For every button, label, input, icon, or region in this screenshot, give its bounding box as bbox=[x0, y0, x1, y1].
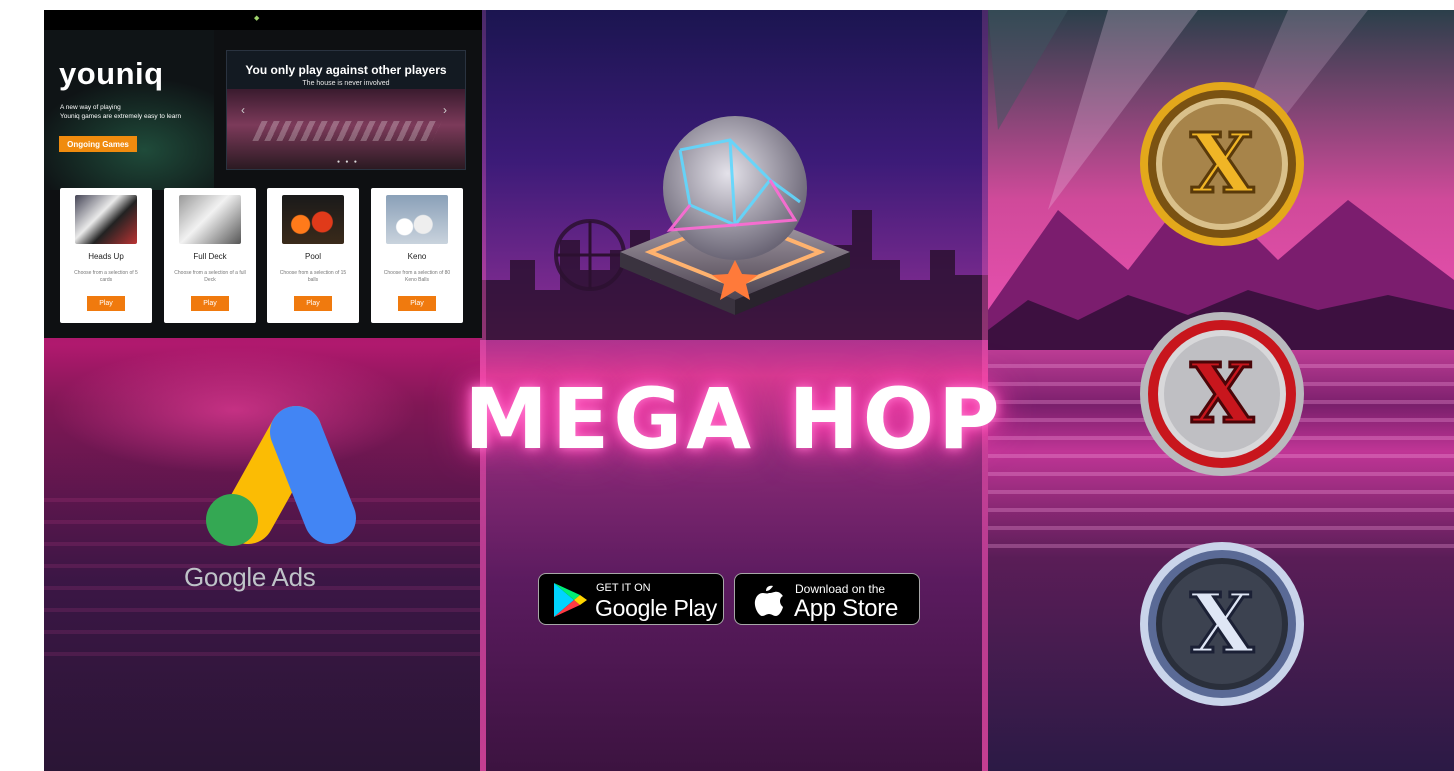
google-play-badge[interactable]: GET IT ON Google Play bbox=[538, 573, 724, 625]
game-description: Choose from a selection of 5 cards bbox=[74, 270, 138, 283]
google-ads-label: Google Ads bbox=[184, 562, 316, 592]
full-deck-thumbnail bbox=[179, 195, 241, 244]
red-x-coin-icon: X bbox=[1140, 312, 1304, 476]
play-button[interactable]: Play bbox=[294, 296, 332, 311]
carousel-subline: The house is never involved bbox=[302, 80, 390, 87]
game-card-heads-up: Heads Up Choose from a selection of 5 ca… bbox=[60, 188, 152, 323]
app-store-big-text: App Store bbox=[794, 595, 899, 622]
apple-icon bbox=[754, 585, 783, 616]
play-button[interactable]: Play bbox=[191, 296, 229, 311]
google-play-small-text: GET IT ON bbox=[596, 582, 651, 594]
site-brand: youniq bbox=[59, 56, 164, 91]
youniq-website-screenshot: ◆ youniq A new way of playing Youniq gam… bbox=[44, 10, 482, 338]
google-ads-icon bbox=[206, 406, 356, 546]
carousel-next-icon[interactable]: › bbox=[443, 103, 447, 117]
google-play-icon bbox=[554, 583, 587, 617]
pool-thumbnail bbox=[282, 195, 344, 244]
gold-x-coin-icon: X bbox=[1140, 82, 1304, 246]
game-description: Choose from a selection of a full Deck bbox=[174, 270, 246, 283]
carousel-headline: You only play against other players bbox=[245, 63, 447, 77]
game-title: Keno bbox=[407, 252, 427, 261]
play-button[interactable]: Play bbox=[87, 296, 125, 311]
game-description: Choose from a selection of 15 balls bbox=[279, 270, 347, 283]
coin-letter: X bbox=[1190, 576, 1254, 672]
carousel-dots[interactable]: ● ● ● bbox=[337, 159, 359, 165]
game-title: Heads Up bbox=[88, 252, 124, 261]
heads-up-thumbnail bbox=[75, 195, 137, 244]
game-card-pool: Pool Choose from a selection of 15 balls… bbox=[267, 188, 359, 323]
game-description: Choose from a selection of 80 Keno Balls bbox=[383, 270, 451, 283]
ongoing-games-button[interactable]: Ongoing Games bbox=[59, 136, 137, 152]
app-store-small-text: Download on the bbox=[795, 582, 886, 596]
silver-x-coin-icon: X bbox=[1140, 542, 1304, 706]
site-tagline: A new way of playing Youniq games are ex… bbox=[60, 104, 182, 120]
google-play-big-text: Google Play bbox=[595, 595, 717, 621]
coin-letter: X bbox=[1190, 116, 1254, 212]
game-cards: Heads Up Choose from a selection of 5 ca… bbox=[60, 188, 470, 324]
hero-carousel[interactable]: You only play against other players The … bbox=[226, 50, 466, 170]
mega-hop-title: MEGA HOP bbox=[464, 370, 1004, 468]
play-button[interactable]: Play bbox=[398, 296, 436, 311]
google-ads-logo: Google Ads bbox=[184, 398, 364, 608]
coin-letter: X bbox=[1190, 346, 1254, 442]
game-title: Full Deck bbox=[193, 252, 227, 261]
game-card-full-deck: Full Deck Choose from a selection of a f… bbox=[164, 188, 256, 323]
app-store-badge[interactable]: Download on the App Store bbox=[734, 573, 920, 625]
promo-banner: ◆ youniq A new way of playing Youniq gam… bbox=[44, 10, 1454, 771]
game-card-keno: Keno Choose from a selection of 80 Keno … bbox=[371, 188, 463, 323]
mega-hop-gem-icon bbox=[620, 116, 850, 315]
keno-thumbnail bbox=[386, 195, 448, 244]
carousel-prev-icon[interactable]: ‹ bbox=[241, 103, 245, 117]
site-logo-icon[interactable]: ◆ bbox=[254, 14, 270, 24]
site-top-bar: ◆ bbox=[44, 10, 482, 30]
game-title: Pool bbox=[304, 252, 321, 261]
